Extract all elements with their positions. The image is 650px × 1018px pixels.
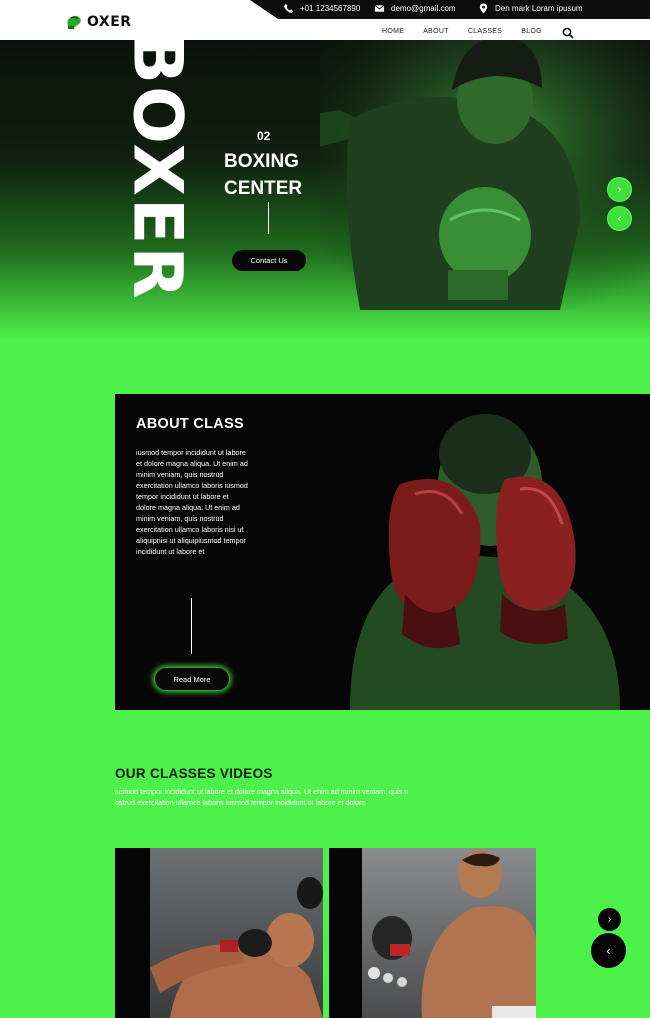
chevron-left-icon: ‹	[606, 943, 611, 958]
phone-icon	[283, 3, 294, 14]
brand-logo[interactable]: OXER	[64, 12, 132, 32]
nav-about[interactable]: ABOUT	[423, 28, 449, 35]
about-title: ABOUT CLASS	[136, 416, 245, 432]
hero-title-line2: CENTER	[224, 178, 303, 199]
about-body-text: iusmod tempor incididunt ut labore et do…	[136, 448, 248, 556]
contact-phone[interactable]: +01 1234567890	[283, 3, 360, 14]
nav-classes[interactable]: CLASSES	[468, 28, 502, 35]
main-nav: HOME ABOUT CLASSES BLOG	[382, 28, 542, 35]
hero-banner: BOXER 02 BOXING CENTER Contact Us › ‹	[0, 40, 650, 340]
chevron-right-icon: ›	[607, 914, 612, 925]
contact-us-button[interactable]: Contact Us	[232, 250, 306, 271]
brand-name: OXER	[87, 14, 132, 30]
contact-email[interactable]: demo@gmail.com	[374, 3, 456, 14]
chevron-right-icon: ›	[617, 183, 622, 196]
location-pin-icon	[479, 3, 488, 14]
contact-address[interactable]: Den mark Loram ipusum	[478, 3, 583, 14]
hero-divider	[268, 202, 269, 234]
read-more-button[interactable]: Read More	[155, 668, 229, 690]
phone-number: +01 1234567890	[300, 4, 361, 13]
videos-title: OUR CLASSES VIDEOS	[115, 766, 273, 781]
hero-title: BOXING CENTER	[224, 148, 344, 202]
search-icon[interactable]	[562, 27, 574, 39]
video-thumbnail-1	[150, 848, 323, 1018]
nav-home[interactable]: HOME	[382, 28, 404, 35]
about-class-section: ABOUT CLASS iusmod tempor incididunt ut …	[115, 394, 650, 710]
about-divider	[191, 598, 192, 654]
hero-vertical-word: BOXER	[117, 40, 197, 301]
nav-blog[interactable]: BLOG	[521, 28, 542, 35]
about-boxer-image	[350, 414, 620, 710]
slide-number: 02	[257, 129, 271, 143]
boxing-glove-icon	[67, 15, 81, 29]
video-card-2[interactable]	[329, 848, 536, 1018]
video-thumbnail-2	[362, 848, 536, 1018]
videos-prev-button[interactable]: ‹	[591, 933, 626, 968]
address-text: Den mark Loram ipusum	[495, 4, 583, 13]
videos-description: iusmod tempor incididunt ut labore et do…	[115, 787, 409, 807]
hero-prev-button[interactable]: ‹	[607, 206, 632, 231]
hero-boxer-image	[320, 40, 650, 310]
hero-next-button[interactable]: ›	[607, 177, 632, 202]
mail-icon	[374, 4, 385, 12]
chevron-left-icon: ‹	[617, 212, 622, 225]
top-header: OXER +01 1234567890 demo@gmail.com Den m…	[0, 0, 650, 40]
video-card-1[interactable]	[115, 848, 323, 1018]
videos-next-button[interactable]: ›	[598, 908, 621, 931]
email-address: demo@gmail.com	[391, 4, 456, 13]
hero-title-line1: BOXING	[224, 151, 299, 172]
